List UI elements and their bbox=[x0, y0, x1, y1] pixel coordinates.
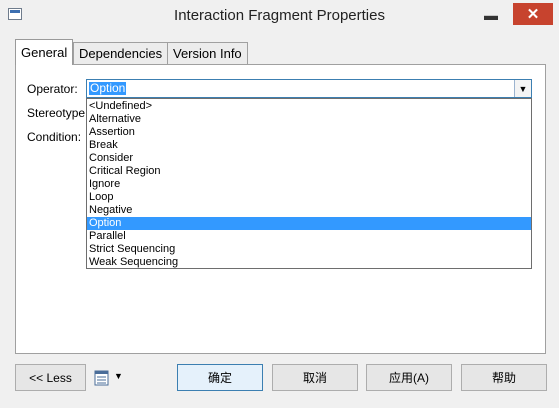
operator-label: Operator: bbox=[27, 82, 78, 96]
chevron-down-icon[interactable]: ▼ bbox=[514, 80, 531, 97]
cancel-button[interactable]: 取消 bbox=[272, 364, 358, 391]
tab-dependencies[interactable]: Dependencies bbox=[73, 42, 169, 64]
window-title: Interaction Fragment Properties bbox=[174, 7, 385, 24]
tab-version-info[interactable]: Version Info bbox=[167, 42, 248, 64]
dropdown-item[interactable]: Ignore bbox=[87, 178, 531, 191]
dropdown-item[interactable]: Alternative bbox=[87, 113, 531, 126]
options-menu-button[interactable]: ▼ bbox=[92, 368, 126, 388]
document-list-icon bbox=[94, 370, 109, 386]
operator-selected-value: Option bbox=[89, 81, 127, 95]
apply-button[interactable]: 应用(A) bbox=[366, 364, 452, 391]
dropdown-item[interactable]: Break bbox=[87, 139, 531, 152]
close-icon: ✕ bbox=[526, 6, 540, 23]
dropdown-item[interactable]: Parallel bbox=[87, 230, 531, 243]
dropdown-item[interactable]: Strict Sequencing bbox=[87, 243, 531, 256]
close-button[interactable]: ✕ bbox=[513, 3, 553, 25]
stereotype-label: Stereotype: bbox=[27, 106, 89, 120]
minimize-button[interactable]: ▬ bbox=[477, 5, 505, 25]
dropdown-item[interactable]: Loop bbox=[87, 191, 531, 204]
minimize-icon: ▬ bbox=[484, 7, 498, 23]
operator-select[interactable]: Option ▼ bbox=[86, 79, 532, 98]
dropdown-item[interactable]: Assertion bbox=[87, 126, 531, 139]
ok-button[interactable]: 确定 bbox=[177, 364, 263, 391]
dropdown-item[interactable]: Negative bbox=[87, 204, 531, 217]
condition-label: Condition: bbox=[27, 130, 82, 144]
help-button[interactable]: 帮助 bbox=[461, 364, 547, 391]
tab-general[interactable]: General bbox=[15, 39, 74, 65]
dropdown-item-selected[interactable]: Option bbox=[87, 217, 531, 230]
less-button[interactable]: << Less bbox=[15, 364, 86, 391]
dropdown-item[interactable]: Consider bbox=[87, 152, 531, 165]
dropdown-item[interactable]: Weak Sequencing bbox=[87, 256, 531, 269]
operator-dropdown-list[interactable]: <Undefined> Alternative Assertion Break … bbox=[86, 98, 532, 269]
chevron-down-icon: ▼ bbox=[114, 371, 123, 381]
dropdown-item[interactable]: Critical Region bbox=[87, 165, 531, 178]
dropdown-item[interactable]: <Undefined> bbox=[87, 100, 531, 113]
